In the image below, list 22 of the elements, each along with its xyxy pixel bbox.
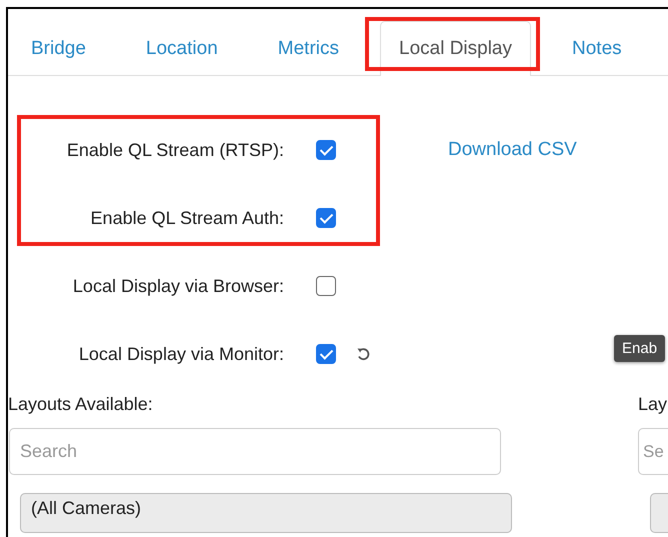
checkbox[interactable] [316,344,336,364]
setting-label: Enable QL Stream Auth: [90,208,284,228]
tooltip: Enab [614,335,666,362]
search-field[interactable]: Search [9,428,501,475]
reset-icon[interactable] [356,347,370,361]
section-label: Lay [638,393,668,416]
tab[interactable]: Local Display [380,21,531,76]
search-field[interactable]: Se [638,428,668,475]
setting-label: Local Display via Monitor: [78,344,284,364]
download-link[interactable]: Download CSV [448,139,577,160]
list-box[interactable]: (All Cameras) [20,493,512,533]
section-label: Layouts Available: [8,393,154,416]
list-item[interactable]: (All Cameras) [31,498,501,519]
tab[interactable]: Location [126,21,237,75]
tab[interactable]: Metrics [258,21,358,75]
setting-label: Local Display via Browser: [72,276,284,296]
checkbox[interactable] [316,140,336,160]
tab[interactable]: Bridge [12,21,105,75]
setting-label: Enable QL Stream (RTSP): [66,140,284,160]
checkbox[interactable] [316,276,336,296]
checkbox[interactable] [316,208,336,228]
tab[interactable]: Notes [553,21,641,75]
